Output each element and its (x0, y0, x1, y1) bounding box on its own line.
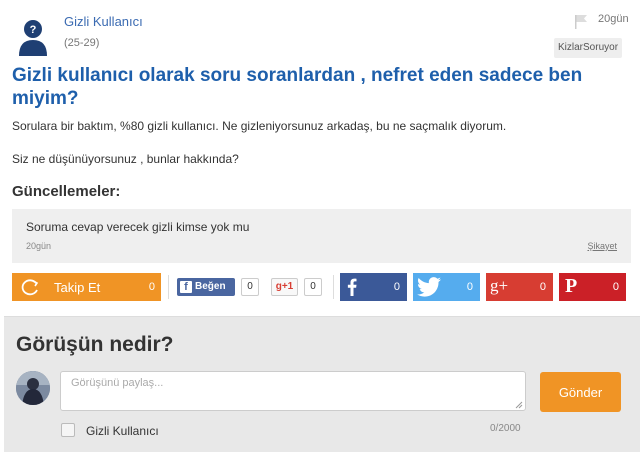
author-age: (25-29) (64, 37, 100, 49)
svg-text:?: ? (30, 24, 37, 36)
anonymous-avatar-icon[interactable]: ? (17, 16, 49, 56)
facebook-like-button[interactable]: f Beğen (177, 278, 235, 296)
user-photo-icon (16, 371, 50, 405)
question-header: ? Gizli Kullanıcı (25-29) 20gün KizlarSo… (0, 0, 640, 62)
update-item: Soruma cevap verecek gizli kimse yok mu … (12, 209, 631, 263)
pinterest-icon: P (565, 275, 578, 297)
facebook-icon: f (180, 281, 192, 293)
char-counter: 0/2000 (490, 423, 521, 434)
share-facebook-button[interactable]: 0 (340, 273, 407, 301)
twitter-icon (417, 277, 441, 297)
comment-form: Görüşün nedir? Gönder Gizli Kullanıcı 0/… (4, 316, 640, 452)
anonymous-label[interactable]: Gizli Kullanıcı (86, 424, 159, 438)
facebook-like-label: Beğen (195, 281, 226, 292)
anonymous-checkbox[interactable] (61, 423, 75, 437)
follow-button[interactable]: Takip Et 0 (12, 273, 161, 301)
share-google-plus-button[interactable]: g+ 0 (486, 273, 553, 301)
follow-refresh-icon (21, 279, 39, 296)
share-count: 0 (393, 281, 400, 293)
comment-input[interactable] (60, 371, 526, 411)
submit-button[interactable]: Gönder (540, 372, 621, 412)
question-title: Gizli kullanıcı olarak soru soranlardan … (12, 65, 583, 109)
gplus-one-count: 0 (304, 278, 322, 296)
facebook-like-count: 0 (241, 278, 259, 296)
share-count: 0 (539, 281, 546, 293)
follow-count: 0 (148, 281, 155, 293)
share-twitter-button[interactable]: 0 (413, 273, 480, 301)
share-count: 0 (612, 281, 619, 293)
resize-grip-icon[interactable] (515, 401, 523, 409)
question-body-paragraph: Sorulara bir baktım, %80 gizli kullanıcı… (12, 119, 507, 133)
gplus-one-button[interactable]: g+1 (271, 278, 298, 296)
author-name[interactable]: Gizli Kullanıcı (64, 14, 143, 29)
divider (168, 275, 169, 299)
update-text: Soruma cevap verecek gizli kimse yok mu (26, 220, 250, 234)
question-body-paragraph: Siz ne düşünüyorsunuz , bunlar hakkında? (12, 152, 239, 166)
facebook-icon (347, 278, 357, 296)
comment-heading: Görüşün nedir? (16, 333, 174, 356)
user-avatar[interactable] (16, 371, 50, 405)
source-tag[interactable]: KizlarSoruyor (554, 38, 623, 58)
flag-icon[interactable] (574, 14, 588, 30)
google-plus-icon: g+ (490, 276, 509, 295)
report-link[interactable]: Şikayet (587, 241, 617, 251)
updates-heading: Güncellemeler: (12, 183, 121, 200)
divider (333, 275, 334, 299)
share-count: 0 (466, 281, 473, 293)
follow-label: Takip Et (54, 280, 101, 295)
update-time: 20gün (26, 241, 52, 251)
share-pinterest-button[interactable]: P 0 (559, 273, 626, 301)
question-time: 20gün (598, 13, 629, 25)
